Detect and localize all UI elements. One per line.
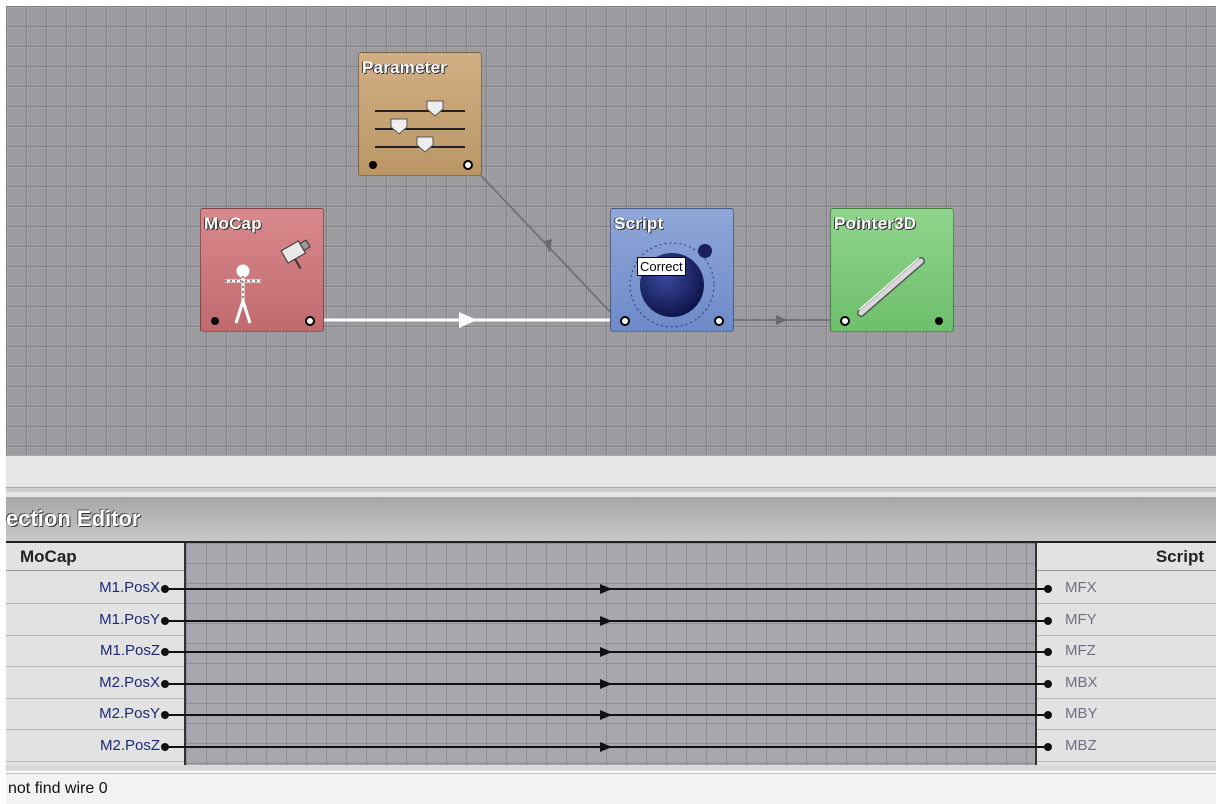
status-bar: not find wire 0 [6,773,1216,804]
node-title: Script [614,214,664,233]
source-port-row[interactable]: M2.PosX [6,668,184,699]
target-port-row[interactable]: MFY [1037,605,1216,636]
source-port-row[interactable]: M1.PosZ [6,636,184,667]
target-port-row[interactable]: MBZ [1037,731,1216,762]
source-node-header: MoCap [6,543,184,571]
splitter-bar[interactable] [6,455,1216,499]
target-node-header: Script [1037,543,1216,571]
source-port-row[interactable]: M1.PosY [6,605,184,636]
pointer3d-node[interactable]: Pointer3D [830,208,954,332]
output-port[interactable] [463,160,473,170]
output-port[interactable] [305,316,315,326]
input-port[interactable] [840,316,850,326]
script-node[interactable]: Script Correct [610,208,734,332]
panel-title: ection Editor [6,497,1216,543]
output-port[interactable] [714,316,724,326]
wire-mocap-script[interactable] [316,312,618,328]
target-port-row[interactable]: MBY [1037,699,1216,730]
target-port-row[interactable]: MFZ [1037,636,1216,667]
output-port[interactable] [935,317,943,325]
input-port[interactable] [211,317,219,325]
source-port-list: MoCap M1.PosX M1.PosY M1.PosZ M2.PosX M2… [6,543,186,765]
wire-script-pointer3d[interactable] [722,315,838,325]
connection-editor-panel: ection Editor MoCap M1.PosX M1.PosY M1.P… [6,497,1216,771]
target-port-row[interactable]: MBX [1037,668,1216,699]
node-title: MoCap [204,214,262,233]
mocap-node[interactable]: MoCap [200,208,324,332]
node-title: Parameter [362,58,447,77]
wire-parameter-script[interactable] [471,165,615,317]
input-port[interactable] [369,161,377,169]
node-graph-canvas[interactable]: Parameter MoCap Script Correct Pointer3D [6,6,1216,455]
input-port[interactable] [620,316,630,326]
source-port-row[interactable]: M2.PosZ [6,731,184,762]
node-tooltip: Correct [637,257,686,276]
source-port-row[interactable]: M1.PosX [6,573,184,604]
parameter-node[interactable]: Parameter [358,52,482,176]
mapping-grid[interactable] [186,543,1035,765]
splitter-rail [6,487,1216,492]
target-port-row[interactable]: MFX [1037,573,1216,604]
node-title: Pointer3D [834,214,917,233]
source-port-row[interactable]: M2.PosY [6,699,184,730]
target-port-list: Script MFX MFY MFZ MBX MBY MBZ [1035,543,1216,765]
